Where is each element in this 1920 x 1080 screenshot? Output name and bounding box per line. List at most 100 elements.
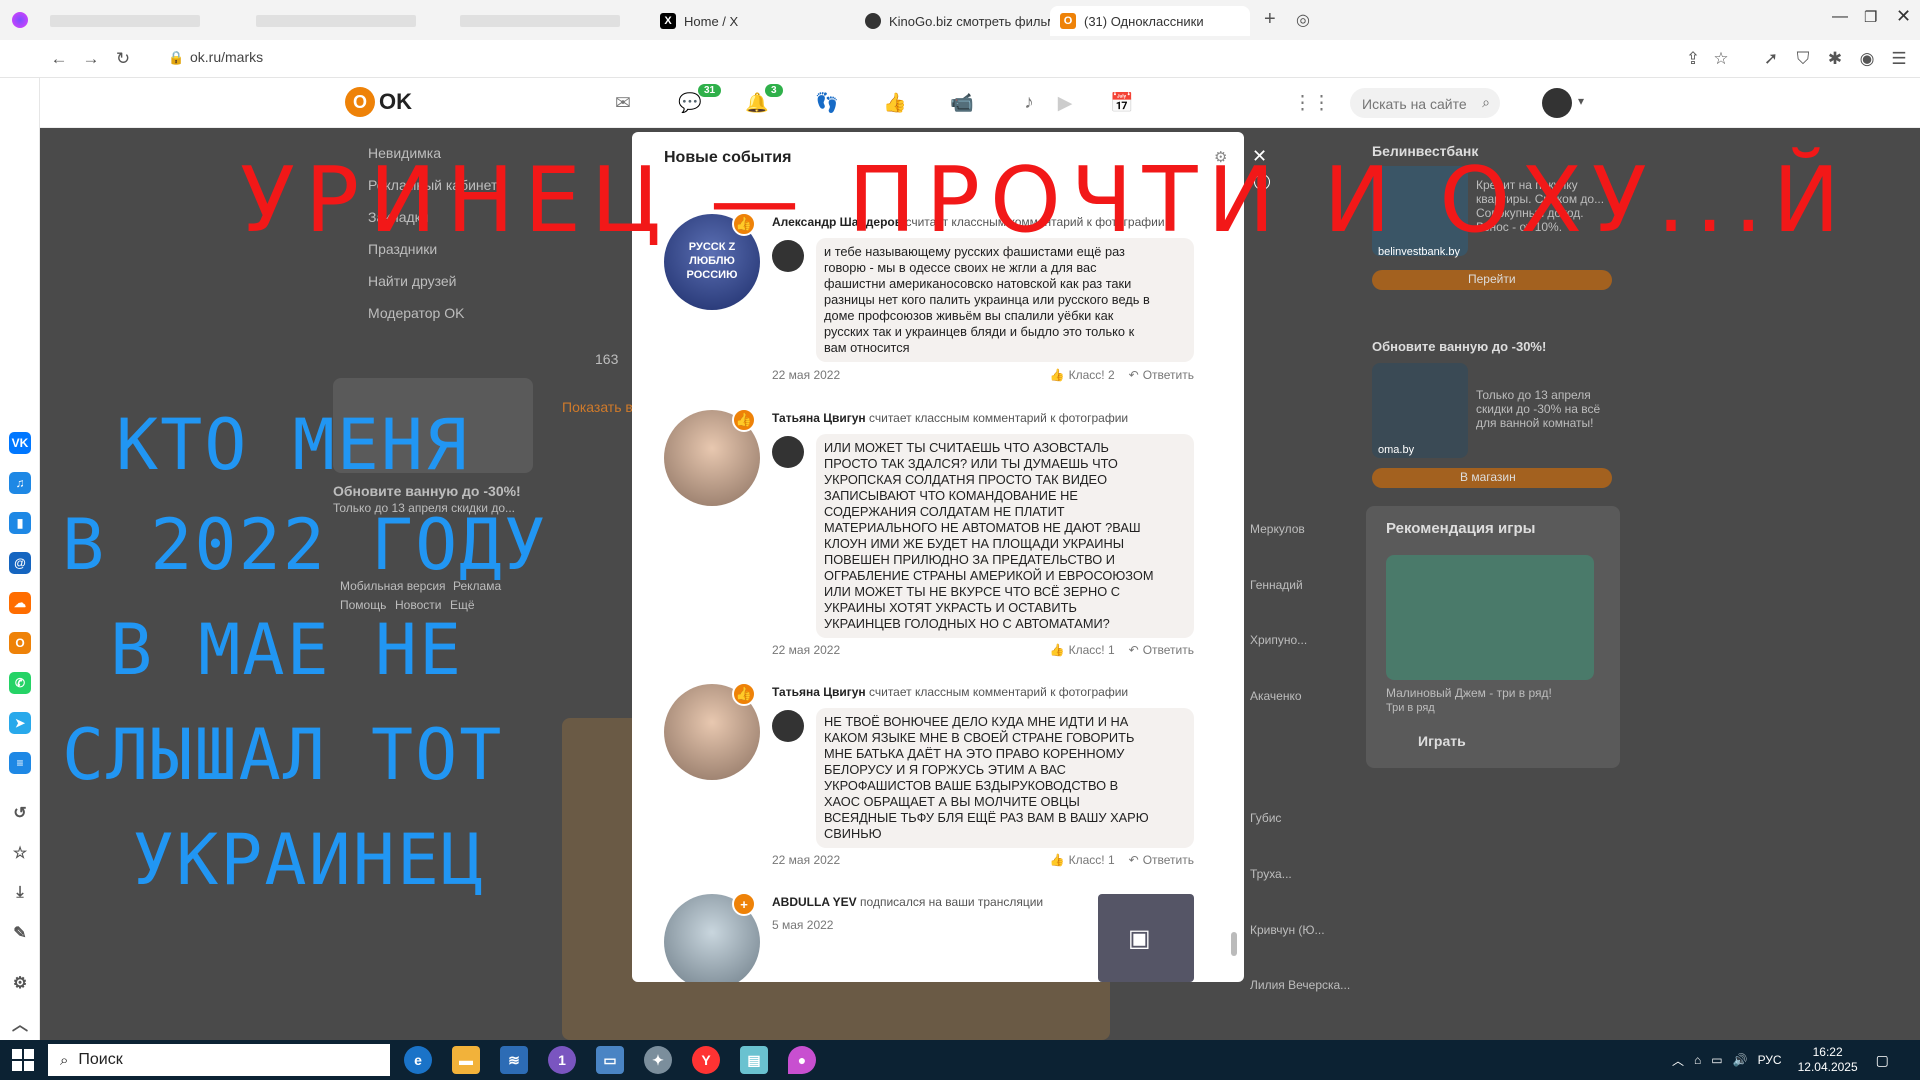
extensions-icon[interactable]: ✱	[1824, 48, 1846, 70]
search-input[interactable]	[1360, 95, 1470, 113]
music-note-icon[interactable]: ♪	[1017, 92, 1041, 114]
ok-logo[interactable]: О OK	[345, 87, 412, 117]
commenter-avatar[interactable]	[772, 710, 804, 742]
commenter-avatar[interactable]	[772, 436, 804, 468]
browser-logo-icon[interactable]	[12, 12, 28, 28]
menu-item-moderator[interactable]: Модератор OK	[368, 305, 464, 321]
clock[interactable]: 16:22 12.04.2025	[1798, 1045, 1858, 1075]
tray-app-icon[interactable]: ⌂	[1694, 1053, 1701, 1067]
friend-name[interactable]: Лилия Вечерска...	[1250, 978, 1350, 992]
file-explorer-icon[interactable]: ▬	[452, 1046, 480, 1074]
friend-name[interactable]: Акаченко	[1250, 689, 1302, 703]
guests-footprints-icon[interactable]: 👣	[815, 92, 839, 114]
event-target[interactable]: к фотографии	[1050, 411, 1128, 425]
input-language[interactable]: РУС	[1758, 1053, 1782, 1067]
close-window-button[interactable]: ✕	[1896, 6, 1911, 27]
tab-x[interactable]: X Home / X	[650, 6, 850, 36]
share-icon[interactable]: ⇪	[1682, 48, 1704, 70]
tab-ok[interactable]: О (31) Одноклассники	[1050, 6, 1250, 36]
class-button[interactable]: 👍 Класс! 1	[1050, 643, 1115, 657]
event-action: считает классным комментарий	[869, 685, 1047, 699]
music-icon[interactable]: ♫	[9, 472, 31, 494]
discussions-icon[interactable]: 💬	[678, 92, 702, 114]
incognito-icon[interactable]: ◎	[1296, 10, 1310, 30]
site-search[interactable]: ⌕	[1350, 88, 1500, 118]
whatsapp-icon[interactable]: ✆	[9, 672, 31, 694]
network-icon[interactable]: ▭	[1711, 1053, 1722, 1067]
user-avatar[interactable]	[1542, 88, 1572, 118]
profile-icon[interactable]: ◉	[1856, 48, 1878, 70]
friend-name[interactable]: Труха...	[1250, 867, 1292, 881]
tab-blurred-3[interactable]	[450, 6, 640, 36]
maps-app-icon[interactable]: ●	[788, 1046, 816, 1074]
tab-blurred-2[interactable]	[246, 6, 436, 36]
notifications-bell-icon[interactable]: 🔔	[745, 92, 769, 114]
friend-name[interactable]: Геннадий	[1250, 578, 1303, 592]
favorites-icon[interactable]: ☆	[9, 842, 31, 864]
collapse-icon[interactable]: ︿	[9, 1012, 31, 1034]
download-icon[interactable]: ⤓	[9, 882, 31, 904]
game-image[interactable]	[1386, 555, 1594, 680]
forward-button[interactable]: →	[80, 48, 102, 70]
event-author[interactable]: Татьяна Цвигун	[772, 411, 866, 425]
restore-button[interactable]: ❐	[1864, 8, 1877, 26]
class-button[interactable]: 👍 Класс! 2	[1050, 368, 1115, 382]
history-icon[interactable]: ↺	[9, 802, 31, 824]
video-camera-icon[interactable]: 📹	[950, 92, 974, 114]
new-tab-button[interactable]: +	[1264, 8, 1276, 31]
settings-icon[interactable]: ⚙	[9, 972, 31, 994]
bookmark-star-icon[interactable]: ☆	[1710, 48, 1732, 70]
edge-icon[interactable]: e	[404, 1046, 432, 1074]
cloud-icon[interactable]: ☁	[9, 592, 31, 614]
vk-icon[interactable]: VK	[9, 432, 31, 454]
game-app-icon[interactable]: ✦	[644, 1046, 672, 1074]
notes-app-icon[interactable]: ▤	[740, 1046, 768, 1074]
scrollbar-thumb[interactable]	[1231, 932, 1237, 956]
play-icon[interactable]: ▶	[1053, 92, 1077, 114]
apps-grid-icon[interactable]: ⋮⋮	[1293, 92, 1331, 114]
menu-icon[interactable]: ☰	[1888, 48, 1910, 70]
active-browser-icon[interactable]: 1	[548, 1046, 576, 1074]
url-field[interactable]: ok.ru/marks	[190, 49, 263, 65]
tray-chevron-icon[interactable]: ︿	[1672, 1052, 1684, 1069]
list-icon[interactable]: ≡	[9, 752, 31, 774]
shield-icon[interactable]: ⛉	[1792, 48, 1814, 70]
minimize-button[interactable]: —	[1832, 8, 1848, 26]
class-button[interactable]: 👍 Класс! 1	[1050, 853, 1115, 867]
telegram-icon[interactable]: ➤	[9, 712, 31, 734]
back-button[interactable]: ←	[48, 48, 70, 70]
event-author[interactable]: ABDULLA YEV	[772, 895, 857, 909]
friend-name[interactable]: Меркулов	[1250, 522, 1305, 536]
notifications-icon[interactable]: ▢	[1876, 1052, 1889, 1069]
stats-icon[interactable]: ▮	[9, 512, 31, 534]
tab-blurred-1[interactable]	[40, 6, 210, 36]
window-app-icon[interactable]: ▭	[596, 1046, 624, 1074]
brush-icon[interactable]: ✎	[9, 922, 31, 944]
reload-button[interactable]: ↻	[112, 48, 134, 70]
messages-envelope-icon[interactable]: ✉	[611, 92, 635, 114]
friend-name[interactable]: Кривчун (Ю...	[1250, 923, 1325, 937]
game-play-button[interactable]: Играть	[1418, 733, 1466, 749]
reply-button[interactable]: ↶ Ответить	[1129, 643, 1194, 657]
chevron-down-icon[interactable]: ▾	[1578, 94, 1584, 108]
volume-icon[interactable]: 🔊	[1733, 1053, 1748, 1067]
menu-item-find-friends[interactable]: Найти друзей	[368, 273, 457, 289]
modal-scrollbar[interactable]	[1230, 292, 1238, 982]
rocket-icon[interactable]: ➚	[1760, 48, 1782, 70]
tab-kinogo[interactable]: KinoGo.biz смотреть фильм	[855, 6, 1050, 36]
event-target[interactable]: к фотографии	[1050, 685, 1128, 699]
calendar-icon[interactable]: 📅	[1110, 92, 1134, 114]
windows-start-icon[interactable]	[12, 1049, 34, 1071]
reply-button[interactable]: ↶ Ответить	[1129, 853, 1194, 867]
marks-thumbs-up-icon[interactable]: 👍	[883, 92, 907, 114]
ok-sidebar-icon[interactable]: О	[9, 632, 31, 654]
friend-name[interactable]: Хрипуно...	[1250, 633, 1307, 647]
yandex-browser-icon[interactable]: Y	[692, 1046, 720, 1074]
event-author[interactable]: Татьяна Цвигун	[772, 685, 866, 699]
friend-name[interactable]: Губис	[1250, 811, 1281, 825]
reply-button[interactable]: ↶ Ответить	[1129, 368, 1194, 382]
mail-icon[interactable]: @	[9, 552, 31, 574]
taskbar-search[interactable]: ⌕ Поиск	[48, 1044, 390, 1076]
app-icon[interactable]: ≋	[500, 1046, 528, 1074]
stream-thumbnail[interactable]: ▣	[1098, 894, 1194, 982]
